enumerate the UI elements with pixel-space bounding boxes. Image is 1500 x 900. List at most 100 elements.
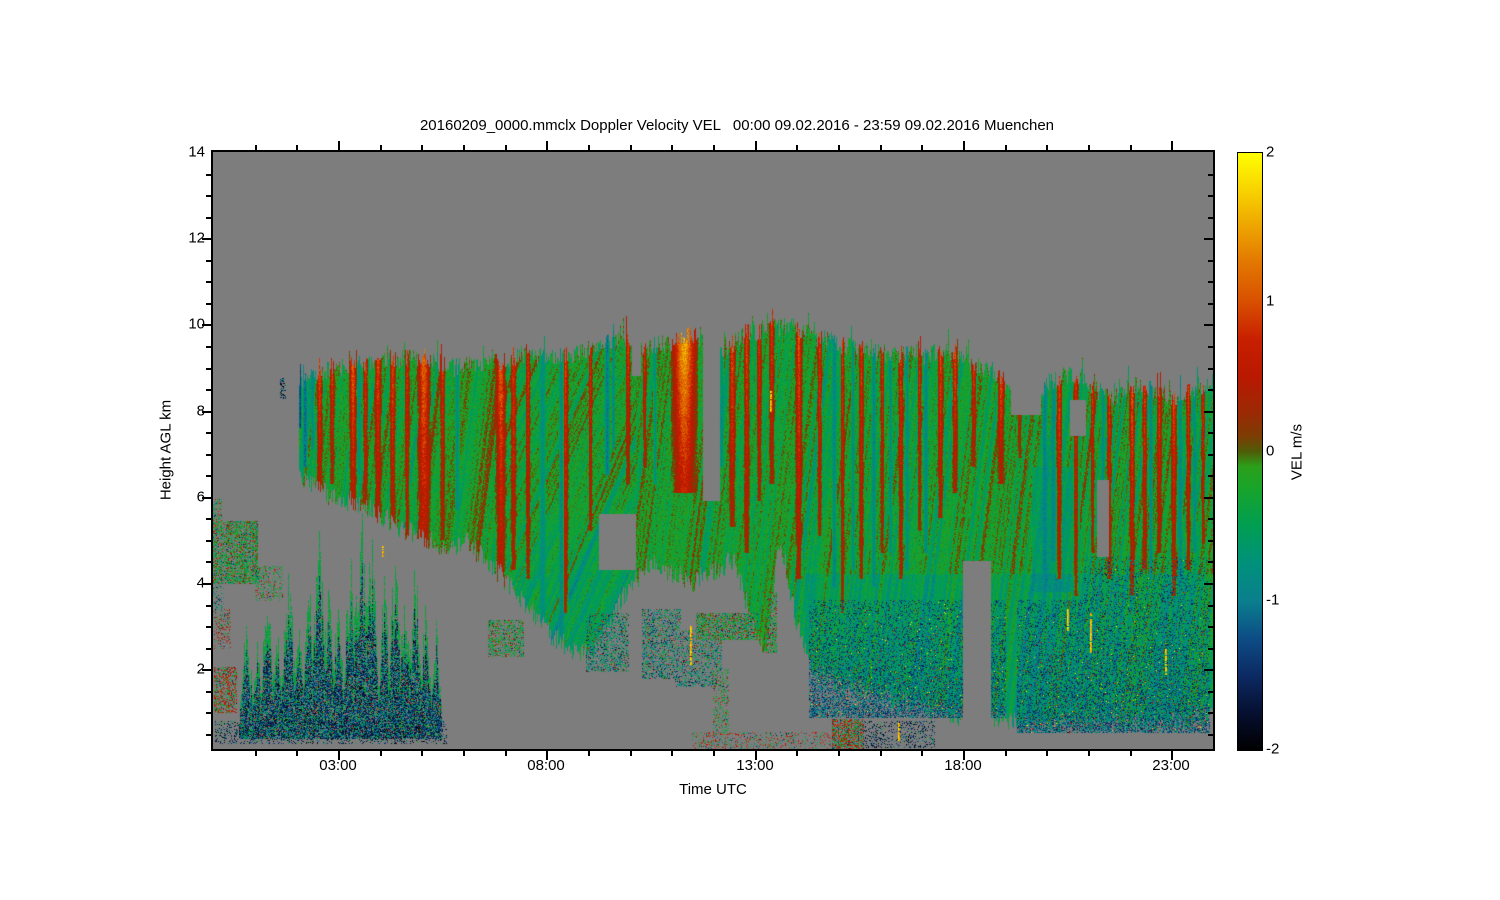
x-tick-mark-top — [1130, 145, 1132, 150]
x-tick-label: 13:00 — [736, 757, 774, 774]
x-tick-mark-top — [380, 145, 382, 150]
x-tick-mark — [463, 751, 465, 756]
y-tick-mark-right — [1208, 691, 1213, 693]
colorbar-tick-label: 0 — [1266, 442, 1275, 460]
x-tick-mark-top — [505, 145, 507, 150]
y-tick-mark-right — [1208, 734, 1213, 736]
x-tick-mark-top — [713, 145, 715, 150]
x-tick-mark-top — [921, 145, 923, 150]
y-tick-label: 10 — [188, 315, 205, 333]
y-tick-mark-right — [1208, 195, 1213, 197]
x-tick-mark — [1046, 751, 1048, 756]
y-tick-mark-right — [1208, 626, 1213, 628]
x-tick-mark-top — [630, 145, 632, 150]
y-tick-mark — [206, 303, 211, 305]
y-tick-mark — [206, 475, 211, 477]
x-tick-mark-top — [421, 145, 423, 150]
y-tick-mark-right — [1208, 475, 1213, 477]
x-tick-mark-top — [755, 141, 757, 150]
y-tick-mark — [206, 734, 211, 736]
colorbar — [1237, 152, 1263, 751]
x-tick-mark — [713, 751, 715, 756]
x-tick-label: 23:00 — [1152, 757, 1190, 774]
y-tick-mark-right — [1208, 368, 1213, 370]
y-tick-mark-right — [1204, 324, 1213, 326]
y-tick-mark — [206, 626, 211, 628]
y-tick-mark — [206, 195, 211, 197]
colorbar-title: VEL m/s — [1288, 423, 1306, 481]
y-tick-mark — [206, 691, 211, 693]
y-tick-mark-right — [1208, 432, 1213, 434]
x-tick-mark — [1130, 751, 1132, 756]
y-tick-mark-right — [1204, 497, 1213, 499]
colorbar-tick-label: 1 — [1266, 292, 1275, 310]
x-tick-mark-top — [1005, 145, 1007, 150]
x-tick-mark — [921, 751, 923, 756]
y-tick-mark-right — [1208, 454, 1213, 456]
y-tick-mark — [206, 712, 211, 714]
x-axis-label: Time UTC — [679, 781, 747, 798]
x-tick-mark-top — [338, 141, 340, 150]
y-tick-mark — [206, 217, 211, 219]
y-tick-mark-right — [1208, 346, 1213, 348]
y-tick-mark-right — [1208, 712, 1213, 714]
y-tick-label: 8 — [196, 402, 205, 420]
figure: 20160209_0000.mmclx Doppler Velocity VEL… — [0, 0, 1500, 900]
y-tick-mark-right — [1208, 561, 1213, 563]
y-tick-mark-right — [1204, 411, 1213, 413]
y-tick-mark-right — [1204, 583, 1213, 585]
y-tick-mark-right — [1208, 303, 1213, 305]
x-tick-mark — [380, 751, 382, 756]
y-tick-mark-right — [1208, 281, 1213, 283]
x-tick-mark — [671, 751, 673, 756]
x-tick-mark-top — [463, 145, 465, 150]
y-tick-mark-right — [1208, 389, 1213, 391]
x-tick-mark-top — [546, 141, 548, 150]
y-tick-mark-right — [1208, 540, 1213, 542]
y-tick-mark — [206, 346, 211, 348]
x-tick-mark-top — [963, 141, 965, 150]
y-tick-mark — [206, 389, 211, 391]
x-tick-mark — [1088, 751, 1090, 756]
y-tick-mark-right — [1208, 217, 1213, 219]
chart-title: 20160209_0000.mmclx Doppler Velocity VEL… — [419, 117, 1055, 134]
x-tick-mark — [880, 751, 882, 756]
y-tick-label: 6 — [196, 488, 205, 506]
x-tick-mark — [505, 751, 507, 756]
x-tick-mark-top — [255, 145, 257, 150]
y-tick-mark-right — [1204, 238, 1213, 240]
y-tick-label: 12 — [188, 229, 205, 247]
x-tick-mark-top — [296, 145, 298, 150]
y-tick-mark — [206, 260, 211, 262]
x-tick-mark — [796, 751, 798, 756]
y-tick-mark — [206, 648, 211, 650]
y-tick-mark-right — [1208, 518, 1213, 520]
x-tick-mark — [838, 751, 840, 756]
x-tick-mark-top — [796, 145, 798, 150]
colorbar-tick-label: -2 — [1266, 740, 1280, 758]
x-tick-mark — [421, 751, 423, 756]
x-tick-mark-top — [838, 145, 840, 150]
x-tick-label: 08:00 — [527, 757, 565, 774]
y-tick-mark-right — [1204, 669, 1213, 671]
x-tick-mark-top — [1046, 145, 1048, 150]
x-tick-mark-top — [880, 145, 882, 150]
y-tick-mark — [206, 540, 211, 542]
x-tick-mark — [630, 751, 632, 756]
y-tick-mark-right — [1208, 174, 1213, 176]
y-tick-mark — [206, 432, 211, 434]
x-tick-mark — [1005, 751, 1007, 756]
y-tick-mark — [206, 454, 211, 456]
y-tick-mark — [206, 561, 211, 563]
y-tick-label: 14 — [188, 143, 205, 161]
y-tick-label: 2 — [196, 660, 205, 678]
x-tick-label: 03:00 — [319, 757, 357, 774]
y-tick-mark — [206, 368, 211, 370]
y-tick-mark — [206, 174, 211, 176]
x-tick-mark-top — [671, 145, 673, 150]
y-tick-mark-right — [1208, 260, 1213, 262]
x-tick-mark-top — [588, 145, 590, 150]
heatmap-canvas — [213, 152, 1213, 749]
y-tick-label: 4 — [196, 574, 205, 592]
x-tick-mark — [296, 751, 298, 756]
